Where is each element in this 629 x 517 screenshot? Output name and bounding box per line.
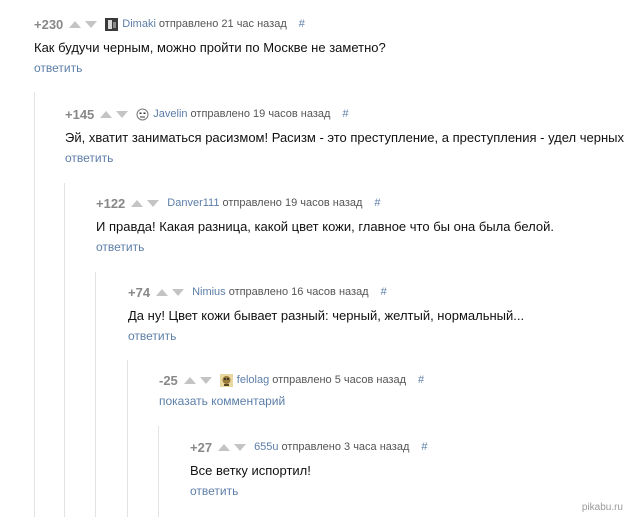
comment-permalink[interactable]: # — [342, 108, 348, 120]
reply-link[interactable]: ответить — [128, 329, 524, 343]
comment-username[interactable]: Danver111 — [167, 197, 219, 209]
thread-line — [127, 360, 128, 517]
thread-line — [34, 92, 35, 517]
comment: +230 Dimaki отправлено 21 час назад # Ка… — [34, 16, 386, 76]
reply-link[interactable]: ответить — [96, 240, 554, 254]
comment-header: +74 Nimius отправлено 16 часов назад # — [128, 284, 524, 300]
comment-header: +27 655u отправлено 3 часа назад # — [190, 439, 428, 455]
comment-username[interactable]: Dimaki — [122, 18, 156, 30]
comment: -25 felolag отправлено 5 часов назад # п… — [159, 372, 424, 409]
comment-text: Эй, хватит заниматься расизмом! Расизм -… — [65, 130, 624, 145]
comment: +27 655u отправлено 3 часа назад # Все в… — [190, 439, 428, 499]
upvote-icon[interactable] — [131, 199, 144, 207]
comment-rating: +74 — [128, 284, 151, 300]
comment-timestamp: отправлено 19 часов назад — [222, 197, 363, 209]
downvote-icon[interactable] — [199, 376, 212, 384]
comment-text: Да ну! Цвет кожи бывает разный: черный, … — [128, 308, 525, 323]
downvote-icon[interactable] — [234, 443, 247, 451]
reply-link[interactable]: ответить — [65, 151, 624, 165]
downvote-icon[interactable] — [147, 199, 160, 207]
comment-header: +145 Javelin отправлено 19 часов назад # — [65, 106, 624, 122]
comment-rating: +145 — [65, 106, 95, 122]
comment-rating: +122 — [96, 195, 126, 211]
comment-permalink[interactable]: # — [418, 374, 424, 386]
reply-link[interactable]: ответить — [34, 61, 386, 75]
comment-permalink[interactable]: # — [381, 286, 387, 298]
comment-timestamp: отправлено 16 часов назад — [228, 286, 369, 298]
comment-text: Как будучи черным, можно пройти по Москв… — [34, 40, 386, 55]
comment: +122 Danver111 отправлено 19 часов назад… — [96, 195, 554, 255]
comment-username[interactable]: 655u — [254, 441, 278, 453]
comment-permalink[interactable]: # — [299, 18, 305, 30]
comment-header: -25 felolag отправлено 5 часов назад # — [159, 372, 424, 388]
thread-line — [95, 272, 96, 517]
show-comment-link[interactable]: показать комментарий — [159, 394, 424, 408]
avatar[interactable] — [136, 108, 149, 121]
comment-timestamp: отправлено 19 часов назад — [190, 108, 331, 120]
comment-rating: +27 — [190, 439, 213, 455]
thread-line — [64, 183, 65, 517]
thread-line — [158, 426, 159, 517]
watermark: pikabu.ru — [581, 502, 623, 513]
comment-username[interactable]: felolag — [237, 374, 269, 386]
comment-timestamp: отправлено 3 часа назад — [281, 441, 410, 453]
upvote-icon[interactable] — [218, 443, 231, 451]
comment-rating: -25 — [159, 372, 178, 388]
upvote-icon[interactable] — [69, 20, 82, 28]
downvote-icon[interactable] — [116, 110, 129, 118]
upvote-icon[interactable] — [100, 110, 113, 118]
comment-permalink[interactable]: # — [374, 197, 380, 209]
comment: +145 Javelin отправлено 19 часов назад #… — [65, 106, 624, 166]
avatar[interactable] — [219, 373, 233, 387]
comment-text: Все ветку испортил! — [190, 463, 311, 478]
comment-username[interactable]: Nimius — [192, 286, 226, 298]
comment: +74 Nimius отправлено 16 часов назад # Д… — [128, 284, 525, 344]
comment-username[interactable]: Javelin — [153, 108, 187, 120]
comment-header: +230 Dimaki отправлено 21 час назад # — [34, 16, 386, 32]
upvote-icon[interactable] — [183, 376, 196, 384]
comment-text: И правда! Какая разница, какой цвет кожи… — [96, 219, 554, 234]
reply-link[interactable]: ответить — [190, 484, 428, 498]
comment-timestamp: отправлено 21 час назад — [158, 18, 287, 30]
downvote-icon[interactable] — [172, 288, 185, 296]
comment-timestamp: отправлено 5 часов назад — [272, 374, 407, 386]
upvote-icon[interactable] — [156, 288, 169, 296]
downvote-icon[interactable] — [85, 20, 98, 28]
comment-permalink[interactable]: # — [421, 441, 427, 453]
comment-rating: +230 — [34, 16, 64, 32]
comment-header: +122 Danver111 отправлено 19 часов назад… — [96, 195, 554, 211]
avatar[interactable] — [105, 17, 119, 31]
